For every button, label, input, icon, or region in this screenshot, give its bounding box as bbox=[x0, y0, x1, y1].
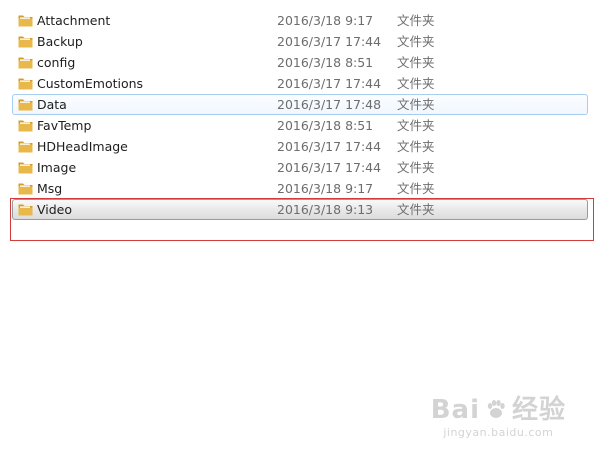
folder-icon bbox=[18, 183, 33, 195]
folder-icon bbox=[18, 57, 33, 69]
baidu-jingyan-watermark: Bai 经验 jingyan.baidu.com bbox=[431, 396, 566, 439]
file-row-customemotions[interactable]: CustomEmotions 2016/3/17 17:44 文件夹 bbox=[12, 73, 588, 94]
folder-icon bbox=[18, 99, 33, 111]
file-row-hdheadimage[interactable]: HDHeadImage 2016/3/17 17:44 文件夹 bbox=[12, 136, 588, 157]
file-type: 文件夹 bbox=[397, 202, 435, 217]
file-date-modified: 2016/3/17 17:44 bbox=[277, 34, 382, 49]
file-row-data[interactable]: Data 2016/3/17 17:48 文件夹 bbox=[12, 94, 588, 115]
folder-icon bbox=[18, 204, 33, 216]
file-type: 文件夹 bbox=[397, 55, 435, 70]
file-row-attachment[interactable]: Attachment 2016/3/18 9:17 文件夹 bbox=[12, 10, 588, 31]
file-type: 文件夹 bbox=[397, 76, 435, 91]
file-date-modified: 2016/3/17 17:44 bbox=[277, 76, 382, 91]
file-type: 文件夹 bbox=[397, 181, 435, 196]
file-row-favtemp[interactable]: FavTemp 2016/3/18 8:51 文件夹 bbox=[12, 115, 588, 136]
folder-icon bbox=[18, 141, 33, 153]
file-row-image[interactable]: Image 2016/3/17 17:44 文件夹 bbox=[12, 157, 588, 178]
folder-icon bbox=[18, 15, 33, 27]
explorer-window: Attachment 2016/3/18 9:17 文件夹 Backup 201… bbox=[0, 0, 600, 451]
file-name: Video bbox=[37, 202, 73, 217]
folder-icon bbox=[18, 120, 33, 132]
file-row-backup[interactable]: Backup 2016/3/17 17:44 文件夹 bbox=[12, 31, 588, 52]
folder-icon bbox=[18, 78, 33, 90]
folder-icon bbox=[18, 162, 33, 174]
watermark-url: jingyan.baidu.com bbox=[443, 426, 554, 439]
file-date-modified: 2016/3/18 9:13 bbox=[277, 202, 374, 217]
file-type: 文件夹 bbox=[397, 139, 435, 154]
file-name: Data bbox=[37, 97, 67, 112]
file-row-msg[interactable]: Msg 2016/3/18 9:17 文件夹 bbox=[12, 178, 588, 199]
file-type: 文件夹 bbox=[397, 13, 435, 28]
folder-icon bbox=[18, 36, 33, 48]
file-type: 文件夹 bbox=[397, 160, 435, 175]
file-type: 文件夹 bbox=[397, 34, 435, 49]
file-type: 文件夹 bbox=[397, 118, 435, 133]
file-name: Msg bbox=[37, 181, 63, 196]
file-name: config bbox=[37, 55, 76, 70]
file-date-modified: 2016/3/17 17:48 bbox=[277, 97, 382, 112]
file-type: 文件夹 bbox=[397, 97, 435, 112]
file-list: Attachment 2016/3/18 9:17 文件夹 Backup 201… bbox=[12, 10, 588, 220]
file-name: FavTemp bbox=[37, 118, 92, 133]
file-name: HDHeadImage bbox=[37, 139, 128, 154]
file-date-modified: 2016/3/17 17:44 bbox=[277, 139, 382, 154]
file-name: CustomEmotions bbox=[37, 76, 144, 91]
paw-icon bbox=[487, 400, 505, 418]
file-name: Attachment bbox=[37, 13, 111, 28]
watermark-logo-right: 经验 bbox=[511, 395, 566, 425]
file-name: Backup bbox=[37, 34, 83, 49]
file-row-config[interactable]: config 2016/3/18 8:51 文件夹 bbox=[12, 52, 588, 73]
file-date-modified: 2016/3/18 9:17 bbox=[277, 181, 374, 196]
file-row-video[interactable]: Video 2016/3/18 9:13 文件夹 bbox=[12, 199, 588, 220]
file-date-modified: 2016/3/17 17:44 bbox=[277, 160, 382, 175]
file-name: Image bbox=[37, 160, 77, 175]
file-date-modified: 2016/3/18 8:51 bbox=[277, 118, 374, 133]
file-date-modified: 2016/3/18 8:51 bbox=[277, 55, 374, 70]
watermark-logo-left: Bai bbox=[430, 395, 480, 425]
file-date-modified: 2016/3/18 9:17 bbox=[277, 13, 374, 28]
watermark-logo: Bai 经验 bbox=[431, 396, 566, 424]
